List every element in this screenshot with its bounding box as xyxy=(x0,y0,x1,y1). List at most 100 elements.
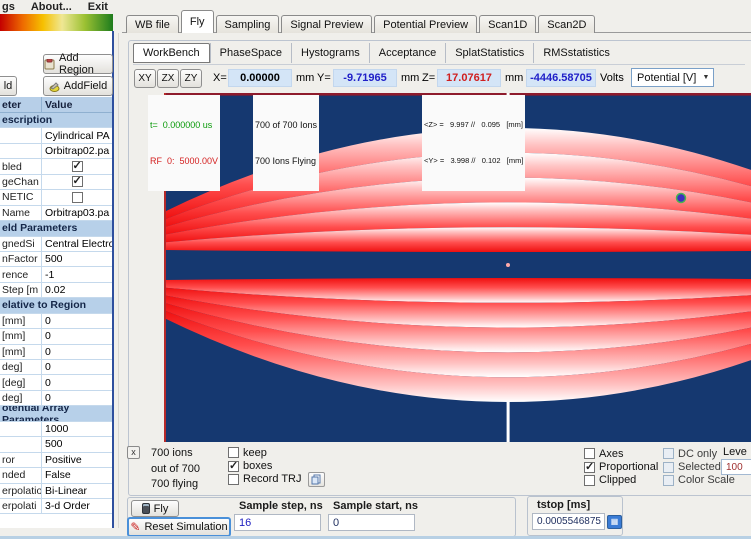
checkbox-box xyxy=(663,475,674,486)
view-zx-button[interactable]: ZX xyxy=(157,69,179,88)
menu-item-exit[interactable]: Exit xyxy=(88,1,108,13)
tab-workbench[interactable]: WorkBench xyxy=(133,43,210,63)
view-checkbox-group: AxesProportionalClipped xyxy=(584,447,658,487)
tab-phasespace[interactable]: PhaseSpace xyxy=(210,43,291,63)
splat-dot xyxy=(677,194,686,203)
param-label: [mm] xyxy=(0,314,42,328)
checkbox-box[interactable] xyxy=(584,448,595,459)
param-value[interactable]: Bi-Linear xyxy=(42,485,112,497)
param-value[interactable]: Cylindrical PA xyxy=(42,130,112,142)
calculator-icon[interactable]: ▦ xyxy=(607,515,622,529)
param-value[interactable]: False xyxy=(42,469,112,481)
param-value[interactable]: 500 xyxy=(42,253,112,265)
tab-fly[interactable]: Fly xyxy=(181,10,214,33)
checkbox-box[interactable] xyxy=(584,475,595,486)
sample-step-input[interactable]: 16 xyxy=(234,514,321,531)
simion-fly-window: gs About... Exit Add Region AddField ld et… xyxy=(0,0,751,539)
z-coordinate-field[interactable]: 17.07617 xyxy=(437,69,501,87)
table-row: geChan xyxy=(0,175,112,190)
table-row: 1000 xyxy=(0,422,112,437)
tab-sampling[interactable]: Sampling xyxy=(216,15,280,33)
param-checkbox[interactable] xyxy=(72,176,83,187)
y-stat: <Y> = 3.998 // 0.102 [mm] xyxy=(424,155,523,167)
param-label: geChan xyxy=(0,175,42,189)
checkbox-box[interactable] xyxy=(228,474,239,485)
ions-overlay: 700 of 700 Ions 700 Ions Flying xyxy=(253,95,319,191)
param-value[interactable]: 0 xyxy=(42,392,112,404)
menu-item-about[interactable]: About... xyxy=(31,1,72,13)
z-stat: <Z> = 9.997 // 0.095 [mm] xyxy=(424,119,523,131)
subtab-underline xyxy=(133,64,745,65)
property-grid: eter Value escriptionCylindrical PAOrbit… xyxy=(0,97,112,514)
param-value[interactable]: Central Electrode xyxy=(42,238,112,250)
param-label xyxy=(0,128,42,142)
param-value[interactable]: 0 xyxy=(42,377,112,389)
checkbox-boxes[interactable]: boxes xyxy=(228,459,325,472)
checkbox-box[interactable] xyxy=(584,462,595,473)
checkbox-color-scale: Color Scale xyxy=(663,474,735,487)
param-label: deg] xyxy=(0,391,42,405)
close-x-button[interactable]: x xyxy=(127,446,140,459)
param-value[interactable]: Orbitrap03.pa xyxy=(42,207,112,219)
checkbox-box[interactable] xyxy=(228,461,239,472)
param-value[interactable]: 0 xyxy=(42,330,112,342)
param-label xyxy=(0,144,42,158)
param-checkbox[interactable] xyxy=(72,161,83,172)
table-row: [mm]0 xyxy=(0,345,112,360)
view-zy-button[interactable]: ZY xyxy=(180,69,202,88)
table-row: rorPositive xyxy=(0,453,112,468)
checkbox-keep[interactable]: keep xyxy=(228,446,325,459)
table-row: NETIC xyxy=(0,190,112,205)
tab-splatstatistics[interactable]: SplatStatistics xyxy=(445,43,533,63)
add-region-label: Add Region xyxy=(59,52,112,76)
add-region-button[interactable]: Add Region xyxy=(43,54,113,74)
view-xy-button[interactable]: XY xyxy=(134,69,156,88)
param-label: nFactor xyxy=(0,252,42,266)
checkbox-proportional[interactable]: Proportional xyxy=(584,460,658,473)
x-coordinate-field[interactable]: 0.00000 xyxy=(228,69,292,87)
tab-scan2d[interactable]: Scan2D xyxy=(538,15,595,33)
param-checkbox[interactable] xyxy=(72,192,83,203)
param-value[interactable]: Orbitrap02.pa xyxy=(42,145,112,157)
volts-unit: Volts xyxy=(600,72,624,84)
tab-acceptance[interactable]: Acceptance xyxy=(369,43,445,63)
tab-rmsstatistics[interactable]: RMSstatistics xyxy=(533,43,619,63)
menu-item-gs[interactable]: gs xyxy=(2,1,15,13)
param-value[interactable]: 1000 xyxy=(42,423,112,435)
param-value[interactable]: 500 xyxy=(42,438,112,450)
reset-simulation-button[interactable]: ✎ Reset Simulation xyxy=(127,517,231,537)
volts-field[interactable]: -4446.58705 xyxy=(526,69,596,87)
param-value[interactable]: 3-d Order xyxy=(42,500,112,512)
table-row: Step [m0.02 xyxy=(0,283,112,298)
record-trj-copy-button[interactable] xyxy=(308,472,325,487)
column-header-parameter: eter xyxy=(0,97,42,112)
tab-potential-preview[interactable]: Potential Preview xyxy=(374,15,477,33)
partial-button-ld[interactable]: ld xyxy=(0,76,17,96)
tab-scan1d[interactable]: Scan1D xyxy=(479,15,536,33)
param-value-cell xyxy=(42,161,112,172)
table-row: erpolatioBi-Linear xyxy=(0,484,112,499)
tab-signal-preview[interactable]: Signal Preview xyxy=(281,15,372,33)
display-mode-dropdown[interactable]: Potential [V] ▼ xyxy=(631,68,714,87)
fly-button[interactable]: Fly xyxy=(131,500,179,517)
tstop-input[interactable]: 0.0005546875 xyxy=(532,513,605,530)
add-field-button[interactable]: AddField xyxy=(43,76,113,96)
param-value[interactable]: 0 xyxy=(42,361,112,373)
y-coordinate-field[interactable]: -9.71965 xyxy=(333,69,397,87)
param-value[interactable]: 0 xyxy=(42,346,112,358)
param-value[interactable]: 0.02 xyxy=(42,284,112,296)
param-value[interactable]: -1 xyxy=(42,269,112,281)
tab-hystograms[interactable]: Hystograms xyxy=(291,43,369,63)
sample-start-input[interactable]: 0 xyxy=(328,514,415,531)
param-label: deg] xyxy=(0,360,42,374)
checkbox-axes[interactable]: Axes xyxy=(584,447,658,460)
checkbox-clipped[interactable]: Clipped xyxy=(584,474,658,487)
level-field[interactable]: 100 xyxy=(721,459,751,475)
tab-wb-file[interactable]: WB file xyxy=(126,15,179,33)
param-value[interactable]: Positive xyxy=(42,454,112,466)
table-row: nFactor500 xyxy=(0,252,112,267)
param-value[interactable]: 0 xyxy=(42,315,112,327)
checkbox-record-trj[interactable]: Record TRJ xyxy=(228,473,325,486)
param-label: bled xyxy=(0,159,42,173)
checkbox-box[interactable] xyxy=(228,447,239,458)
